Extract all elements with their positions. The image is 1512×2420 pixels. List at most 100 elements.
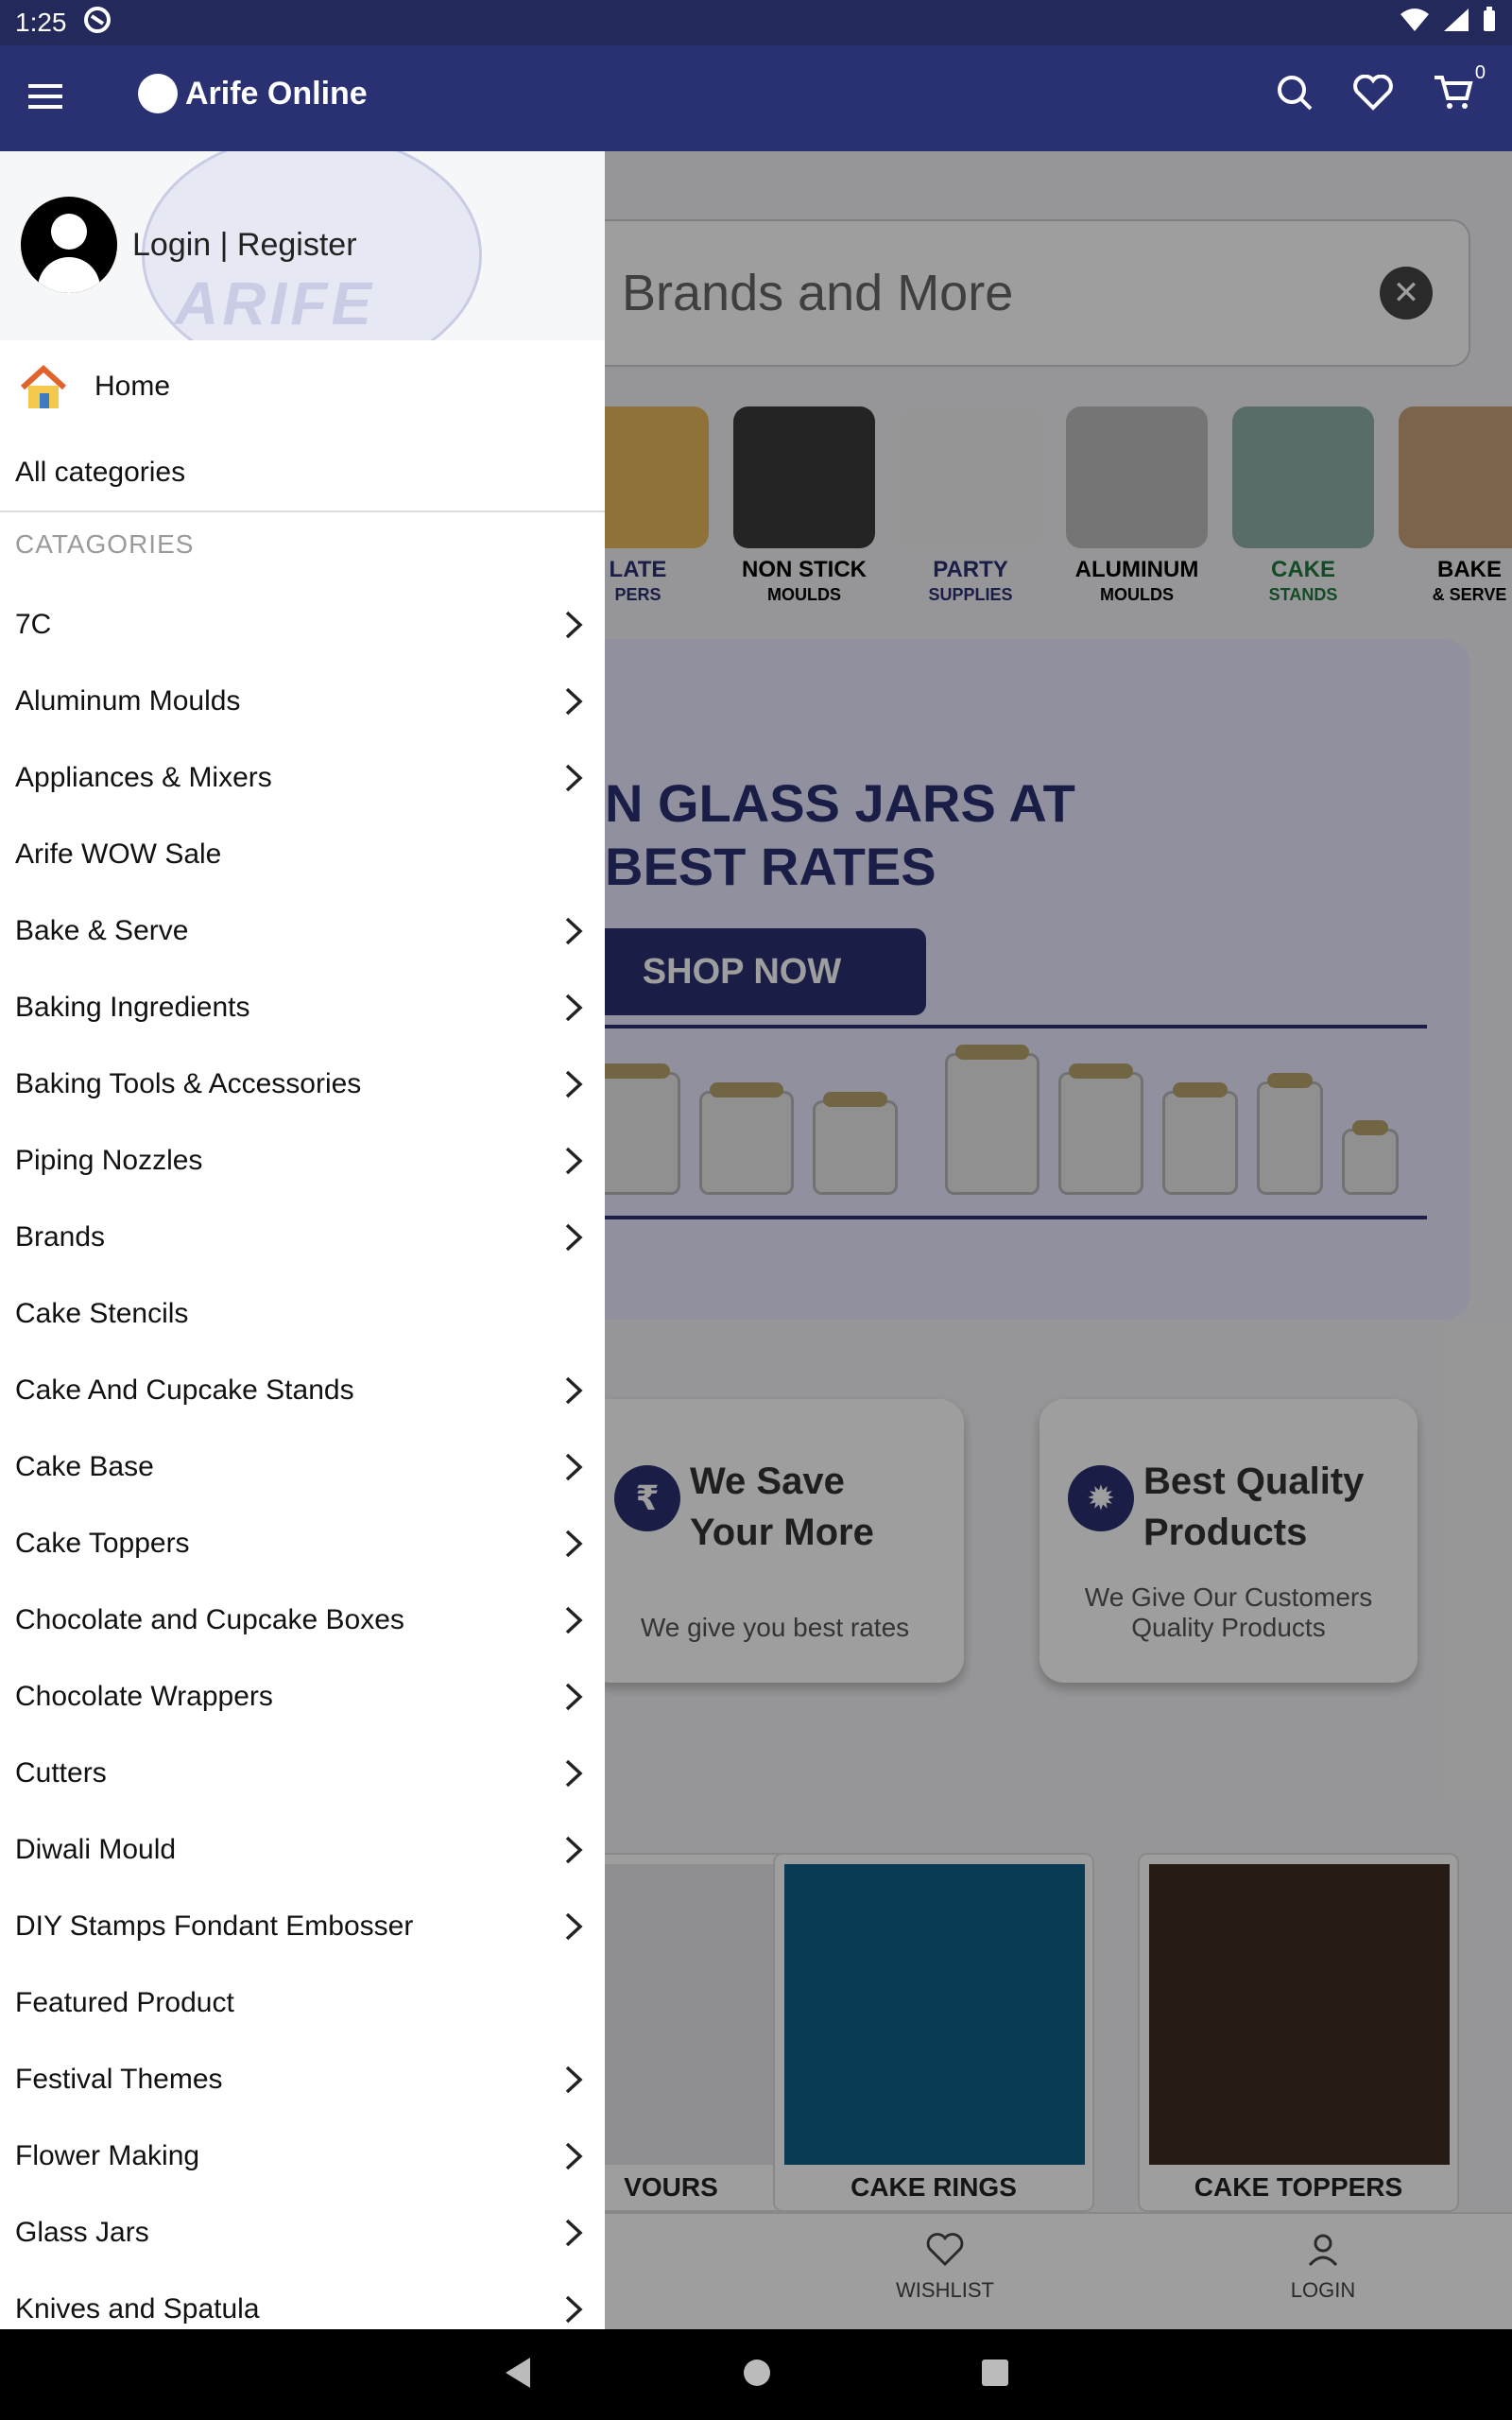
chevron-right-icon (563, 1604, 584, 1636)
drawer-category-label: Bake & Serve (15, 914, 189, 946)
drawer-category-label: Cake Stencils (15, 1297, 189, 1329)
drawer-category-item[interactable]: Piping Nozzles (0, 1122, 605, 1199)
app-bar: Arife Online 0 (0, 45, 1512, 151)
drawer-all-categories[interactable]: All categories (0, 435, 605, 510)
drawer-category-label: Cutters (15, 1756, 107, 1789)
drawer-category-label: Appliances & Mixers (15, 761, 272, 793)
recents-icon[interactable] (980, 2358, 1010, 2393)
drawer-category-label: Chocolate and Cupcake Boxes (15, 1603, 404, 1635)
drawer-category-label: Cake Toppers (15, 1527, 190, 1559)
chevron-right-icon (563, 762, 584, 794)
drawer-category-item[interactable]: Cutters (0, 1735, 605, 1811)
chevron-right-icon (563, 1068, 584, 1100)
back-icon[interactable] (502, 2356, 534, 2394)
drawer-category-label: Cake Base (15, 1450, 154, 1482)
drawer-category-label: Brands (15, 1220, 106, 1253)
drawer-category-label: Flower Making (15, 2139, 200, 2171)
drawer-category-item[interactable]: Flower Making (0, 2118, 605, 2194)
drawer-category-item[interactable]: DIY Stamps Fondant Embosser (0, 1888, 605, 1964)
drawer-category-item[interactable]: Cake Base (0, 1428, 605, 1505)
home-icon (19, 363, 68, 412)
drawer-category-item[interactable]: 7C (0, 586, 605, 663)
brand-name: Arife Online (185, 75, 368, 112)
drawer-category-label: Knives and Spatula (15, 2292, 260, 2325)
drawer-category-item[interactable]: Baking Tools & Accessories (0, 1046, 605, 1122)
drawer-category-item[interactable]: Diwali Mould (0, 1811, 605, 1888)
drawer-home-label: Home (94, 371, 171, 402)
status-right (1399, 6, 1497, 40)
drawer-category-item[interactable]: Chocolate and Cupcake Boxes (0, 1582, 605, 1658)
battery-icon (1482, 6, 1497, 40)
drawer-category-item[interactable]: Cake Stencils (0, 1275, 605, 1352)
drawer-category-label: Baking Tools & Accessories (15, 1067, 362, 1099)
drawer-category-label: Arife WOW Sale (15, 838, 222, 870)
drawer-category-item[interactable]: Appliances & Mixers (0, 739, 605, 816)
drawer-category-label: Festival Themes (15, 2063, 223, 2095)
brand-logo[interactable]: Arife Online (138, 74, 368, 113)
drawer-category-item[interactable]: Glass Jars (0, 2194, 605, 2271)
login-register-link[interactable]: Login | Register (132, 227, 357, 264)
chevron-right-icon (563, 2293, 584, 2325)
drawer-category-label: Cake And Cupcake Stands (15, 1374, 354, 1406)
drawer-category-label: Featured Product (15, 1986, 234, 2018)
drawer-category-label: 7C (15, 608, 52, 640)
drawer-category-item[interactable]: Knives and Spatula (0, 2271, 605, 2329)
cart-icon[interactable] (1433, 74, 1474, 116)
cart-count-badge: 0 (1474, 62, 1486, 83)
appbar-actions (1276, 74, 1474, 116)
search-icon[interactable] (1276, 74, 1314, 116)
drawer-category-item[interactable]: Featured Product (0, 1964, 605, 2041)
avatar[interactable] (21, 197, 117, 293)
chevron-right-icon (563, 992, 584, 1024)
drawer-category-label: Chocolate Wrappers (15, 1680, 273, 1712)
status-app-icon (82, 5, 112, 42)
chevron-right-icon (563, 1374, 584, 1407)
home-button-icon[interactable] (742, 2358, 772, 2393)
chevron-right-icon (563, 915, 584, 947)
drawer-category-label: Diwali Mould (15, 1833, 177, 1865)
drawer-category-item[interactable]: Brands (0, 1199, 605, 1275)
system-nav-bar (0, 2329, 1512, 2420)
drawer-category-item[interactable]: Cake Toppers (0, 1505, 605, 1582)
chevron-right-icon (563, 1451, 584, 1483)
chevron-right-icon (563, 1834, 584, 1866)
chevron-right-icon (563, 685, 584, 717)
heart-icon[interactable] (1353, 74, 1393, 115)
drawer-home[interactable]: Home (0, 340, 605, 435)
drawer-category-item[interactable]: Cake And Cupcake Stands (0, 1352, 605, 1428)
header-watermark-logo: ARIFE (175, 269, 375, 337)
drawer-category-label: Glass Jars (15, 2216, 149, 2248)
drawer-category-item[interactable]: Aluminum Moulds (0, 663, 605, 739)
drawer-category-label: Aluminum Moulds (15, 684, 241, 717)
drawer-header: ARIFE Login | Register (0, 151, 605, 340)
wifi-icon (1399, 7, 1431, 40)
chevron-right-icon (563, 1910, 584, 1943)
drawer-category-item[interactable]: Festival Themes (0, 2041, 605, 2118)
drawer-category-item[interactable]: Arife WOW Sale (0, 816, 605, 892)
drawer-section-title: CATAGORIES (15, 529, 195, 559)
drawer-category-label: Baking Ingredients (15, 991, 250, 1023)
drawer-category-item[interactable]: Bake & Serve (0, 892, 605, 969)
chevron-right-icon (563, 1221, 584, 1253)
avatar-body (38, 257, 100, 293)
brand-badge (138, 74, 178, 113)
drawer-category-label: DIY Stamps Fondant Embosser (15, 1910, 414, 1942)
drawer-category-label: Piping Nozzles (15, 1144, 203, 1176)
chevron-right-icon (563, 2140, 584, 2172)
chevron-right-icon (563, 2064, 584, 2096)
drawer-category-item[interactable]: Chocolate Wrappers (0, 1658, 605, 1735)
signal-icon (1442, 7, 1470, 40)
chevron-right-icon (563, 1528, 584, 1560)
navigation-drawer: ARIFE Login | Register Home All categori… (0, 151, 605, 2329)
status-bar: 1:25 (0, 0, 1512, 45)
chevron-right-icon (563, 2217, 584, 2249)
chevron-right-icon (563, 1757, 584, 1789)
chevron-right-icon (563, 1681, 584, 1713)
drawer-category-list: 7C Aluminum Moulds Appliances & Mixers Arif… (0, 586, 605, 2329)
menu-icon[interactable] (26, 81, 64, 116)
drawer-divider (0, 510, 605, 512)
drawer-category-item[interactable]: Baking Ingredients (0, 969, 605, 1046)
avatar-head (51, 214, 87, 250)
status-time: 1:25 (15, 8, 67, 37)
chevron-right-icon (563, 1145, 584, 1177)
